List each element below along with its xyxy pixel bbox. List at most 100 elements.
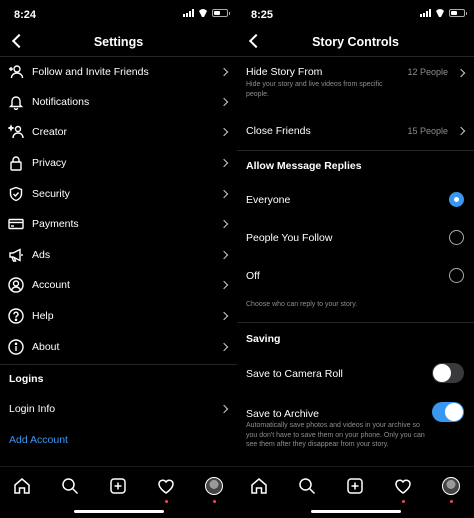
settings-item-ads[interactable]: Ads <box>0 240 237 270</box>
chevron-right-icon <box>219 219 229 229</box>
battery-icon <box>212 9 230 17</box>
home-indicator <box>73 510 164 513</box>
story-controls-screen: 8:25 Story Controls Hide Story From 12 P… <box>237 0 474 518</box>
message-replies-header: Allow Message Replies <box>246 160 362 172</box>
settings-item-payments[interactable]: Payments <box>0 209 237 239</box>
status-time: 8:25 <box>251 9 274 21</box>
settings-item-security[interactable]: Security <box>0 179 237 209</box>
radio-selected[interactable] <box>449 192 464 207</box>
lock-icon <box>8 155 24 171</box>
saving-header: Saving <box>246 333 281 345</box>
logins-header: Logins <box>9 373 44 385</box>
chevron-right-icon <box>219 189 229 199</box>
divider <box>0 364 237 365</box>
info-icon <box>8 339 24 355</box>
signal-icon <box>183 9 194 17</box>
search-icon[interactable] <box>296 475 318 497</box>
chevron-right-icon <box>219 250 229 260</box>
chevron-right-icon <box>219 280 229 290</box>
save-archive-description: Automatically save photos and videos in … <box>246 422 425 448</box>
status-bar: 8:25 <box>237 0 474 28</box>
settings-item-help[interactable]: Help <box>0 301 237 331</box>
notification-dot <box>450 500 453 503</box>
settings-item-label: About <box>32 341 60 353</box>
battery-icon <box>449 9 467 17</box>
settings-item-privacy[interactable]: Privacy <box>0 148 237 178</box>
chevron-right-icon <box>456 126 466 136</box>
reply-option-label: People You Follow <box>246 232 333 244</box>
hide-story-count: 12 People <box>407 67 448 77</box>
chevron-right-icon <box>219 97 229 107</box>
chevron-right-icon <box>219 311 229 321</box>
reply-option-label: Off <box>246 270 260 282</box>
chevron-right-icon <box>219 158 229 168</box>
nav-bar: Story Controls <box>237 28 474 56</box>
settings-item-label: Privacy <box>32 157 67 169</box>
settings-screen: 8:24 Settings Follow and Invite Friends … <box>0 0 237 518</box>
login-info-row[interactable]: Login Info <box>0 394 237 424</box>
status-icons <box>183 9 230 17</box>
notification-dot <box>402 500 405 503</box>
status-bar: 8:24 <box>0 0 237 28</box>
home-icon[interactable] <box>248 475 270 497</box>
chevron-right-icon <box>456 68 466 78</box>
settings-item-label: Account <box>32 279 70 291</box>
toggle-knob <box>445 403 463 421</box>
settings-item-creator[interactable]: Creator <box>0 117 237 147</box>
save-camera-roll-toggle[interactable] <box>432 363 464 383</box>
hide-story-description: Hide your story and live videos from spe… <box>246 81 383 98</box>
chevron-right-icon <box>219 404 229 414</box>
home-indicator <box>310 510 401 513</box>
settings-item-label: Security <box>32 188 70 200</box>
home-icon[interactable] <box>11 475 33 497</box>
radio-unselected[interactable] <box>449 230 464 245</box>
settings-item-account[interactable]: Account <box>0 270 237 300</box>
save-archive-toggle[interactable] <box>432 402 464 422</box>
avatar <box>205 477 223 495</box>
notification-dot <box>213 500 216 503</box>
save-camera-roll-label: Save to Camera Roll <box>246 368 343 380</box>
profile-avatar[interactable] <box>203 475 225 497</box>
settings-item-label: Notifications <box>32 96 90 108</box>
settings-item-about[interactable]: About <box>0 332 237 362</box>
settings-item-label: Payments <box>32 218 79 230</box>
divider <box>237 322 474 323</box>
status-time: 8:24 <box>14 9 37 21</box>
signal-icon <box>420 9 431 17</box>
divider <box>237 150 474 151</box>
account-icon <box>8 277 24 293</box>
settings-item-label: Help <box>32 310 54 322</box>
page-title: Settings <box>93 35 144 49</box>
login-info-label: Login Info <box>9 403 56 415</box>
tab-bar <box>0 466 237 518</box>
heart-icon[interactable] <box>155 475 177 497</box>
page-title: Story Controls <box>312 35 399 49</box>
tab-bar <box>237 466 474 518</box>
megaphone-icon <box>8 247 24 263</box>
close-friends-count: 15 People <box>407 126 448 136</box>
creator-icon <box>8 124 24 140</box>
settings-item-follow-invite[interactable]: Follow and Invite Friends <box>0 57 237 87</box>
chevron-right-icon <box>219 127 229 137</box>
wifi-icon <box>198 9 208 17</box>
status-icons <box>420 9 467 17</box>
new-post-icon[interactable] <box>107 475 129 497</box>
search-icon[interactable] <box>59 475 81 497</box>
chevron-right-icon <box>219 67 229 77</box>
new-post-icon[interactable] <box>344 475 366 497</box>
save-archive-label: Save to Archive <box>246 408 319 420</box>
close-friends-label: Close Friends <box>246 125 311 137</box>
hide-story-label: Hide Story From <box>246 66 323 78</box>
settings-item-label: Creator <box>32 126 68 138</box>
heart-icon[interactable] <box>392 475 414 497</box>
reply-option-label: Everyone <box>246 194 291 206</box>
add-person-icon <box>8 64 24 80</box>
radio-unselected[interactable] <box>449 268 464 283</box>
nav-bar: Settings <box>0 28 237 56</box>
settings-item-label: Ads <box>32 249 51 261</box>
wifi-icon <box>435 9 445 17</box>
settings-item-label: Follow and Invite Friends <box>32 66 149 78</box>
settings-item-notifications[interactable]: Notifications <box>0 87 237 117</box>
add-account-link[interactable]: Add Account <box>9 434 68 446</box>
profile-avatar[interactable] <box>440 475 462 497</box>
